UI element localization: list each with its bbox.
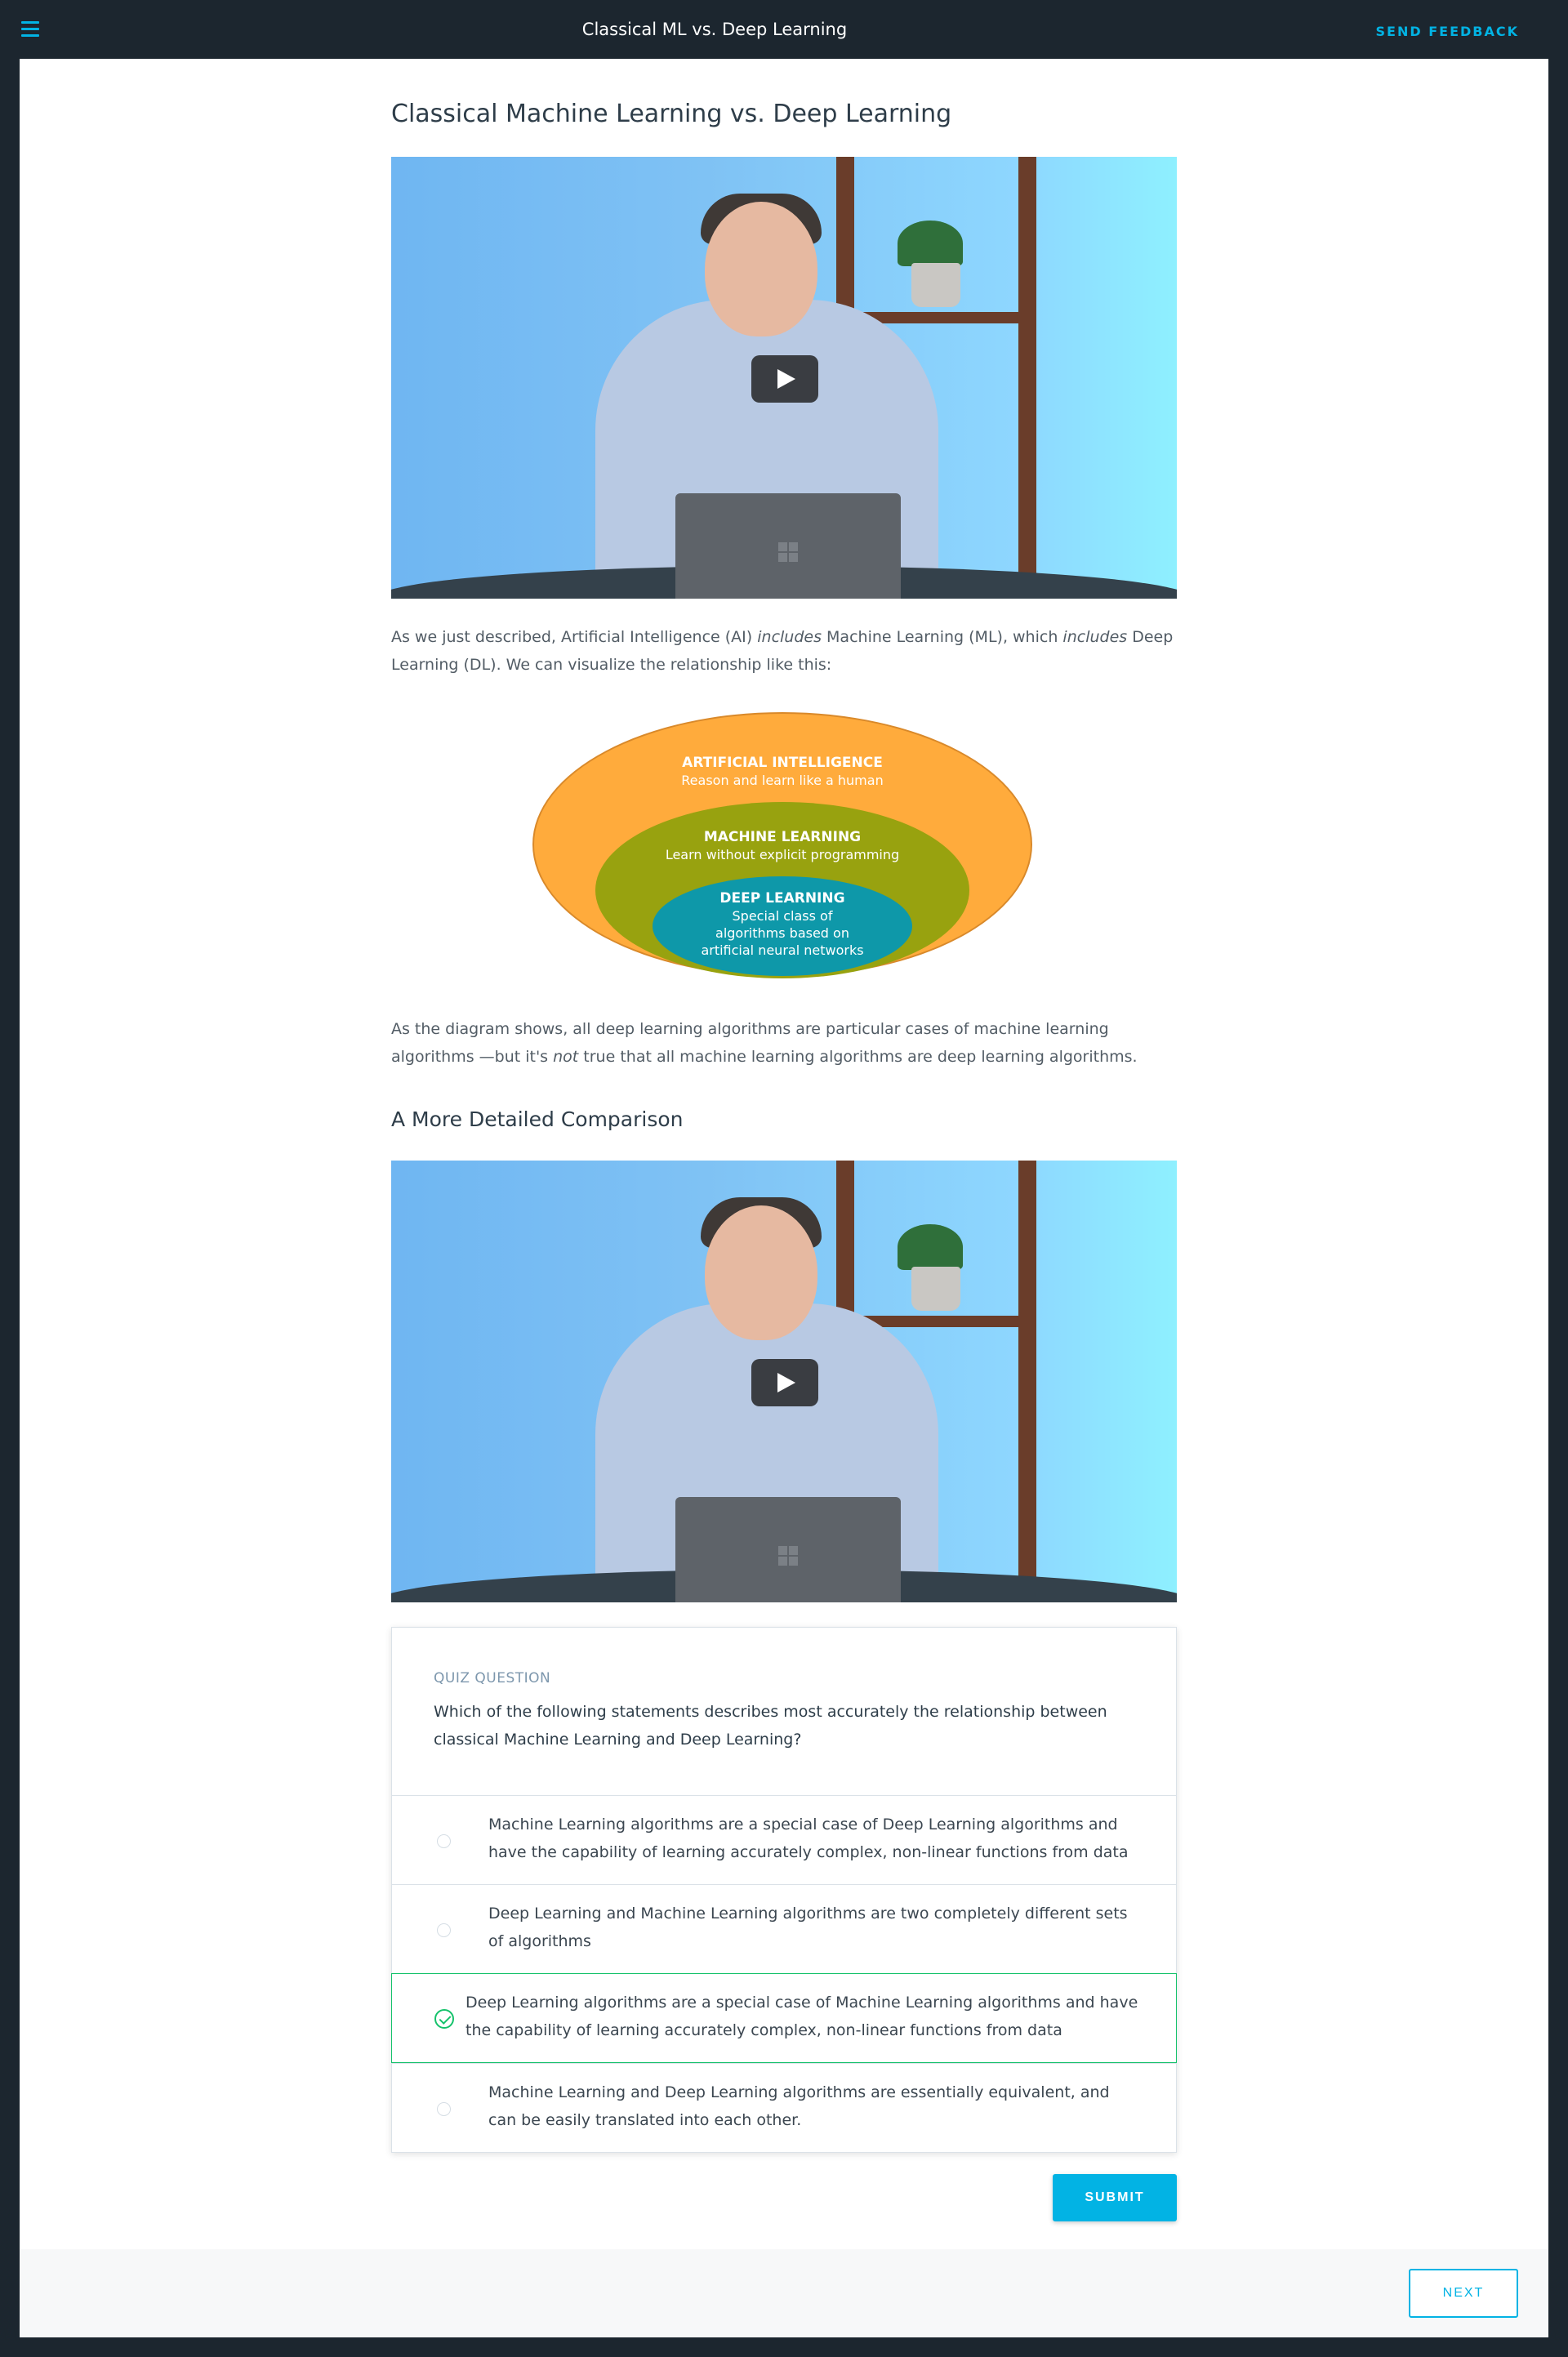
footer-bar [20,2249,1548,2337]
video-player-2[interactable] [391,1161,1177,1602]
top-bar: Classical ML vs. Deep Learning SEND FEED… [0,0,1568,59]
check-circle-icon[interactable] [434,2009,454,2029]
ml-desc: Learn without explicit programming [665,847,900,862]
ml-title: MACHINE LEARNING [703,829,862,845]
dl-line-2: algorithms based on [715,925,849,941]
quiz-option-4[interactable]: Machine Learning and Deep Learning algor… [392,2063,1176,2153]
quiz-question: Which of the following statements descri… [434,1703,1107,1749]
play-button[interactable] [751,355,818,403]
radio-icon[interactable] [437,1834,451,1848]
send-feedback-link[interactable]: SEND FEEDBACK [1376,24,1519,39]
quiz-option-2[interactable]: Deep Learning and Machine Learning algor… [392,1884,1176,1974]
ai-title: ARTIFICIAL INTELLIGENCE [682,755,883,771]
dl-line-3: artificial neural networks [701,942,864,958]
quiz-option-text: Deep Learning algorithms are a special c… [466,1994,1138,2039]
laptop-logo-icon [778,542,798,562]
video-player[interactable] [391,157,1177,599]
intro-paragraph: As we just described, Artificial Intelli… [391,628,1174,674]
radio-icon[interactable] [437,2102,451,2116]
lesson-title: Classical Machine Learning vs. Deep Lear… [391,100,952,128]
quiz-option-text: Machine Learning and Deep Learning algor… [488,2083,1110,2129]
ai-ml-dl-diagram: ARTIFICIAL INTELLIGENCE Reason and learn … [529,709,1036,980]
dl-line-1: Special class of [732,908,833,924]
play-button[interactable] [751,1359,818,1406]
quiz-card: QUIZ QUESTION Which of the following sta… [391,1627,1177,2153]
diagram-explanation-paragraph: As the diagram shows, all deep learning … [391,1020,1138,1066]
quiz-option-3[interactable]: Deep Learning algorithms are a special c… [391,1973,1177,2063]
radio-icon[interactable] [437,1923,451,1937]
submit-button[interactable]: SUBMIT [1053,2174,1177,2221]
plant-image [898,221,963,266]
laptop-logo-icon [778,1546,798,1566]
page-title: Classical ML vs. Deep Learning [581,20,848,39]
plant-image [898,1224,963,1270]
dl-title: DEEP LEARNING [719,890,845,907]
section-heading: A More Detailed Comparison [391,1107,684,1131]
next-button[interactable]: NEXT [1409,2269,1518,2318]
quiz-option-1[interactable]: Machine Learning algorithms are a specia… [392,1795,1176,1885]
quiz-option-text: Deep Learning and Machine Learning algor… [488,1905,1128,1950]
quiz-option-text: Machine Learning algorithms are a specia… [488,1816,1129,1861]
quiz-label: QUIZ QUESTION [434,1670,551,1686]
ai-desc: Reason and learn like a human [681,773,884,788]
